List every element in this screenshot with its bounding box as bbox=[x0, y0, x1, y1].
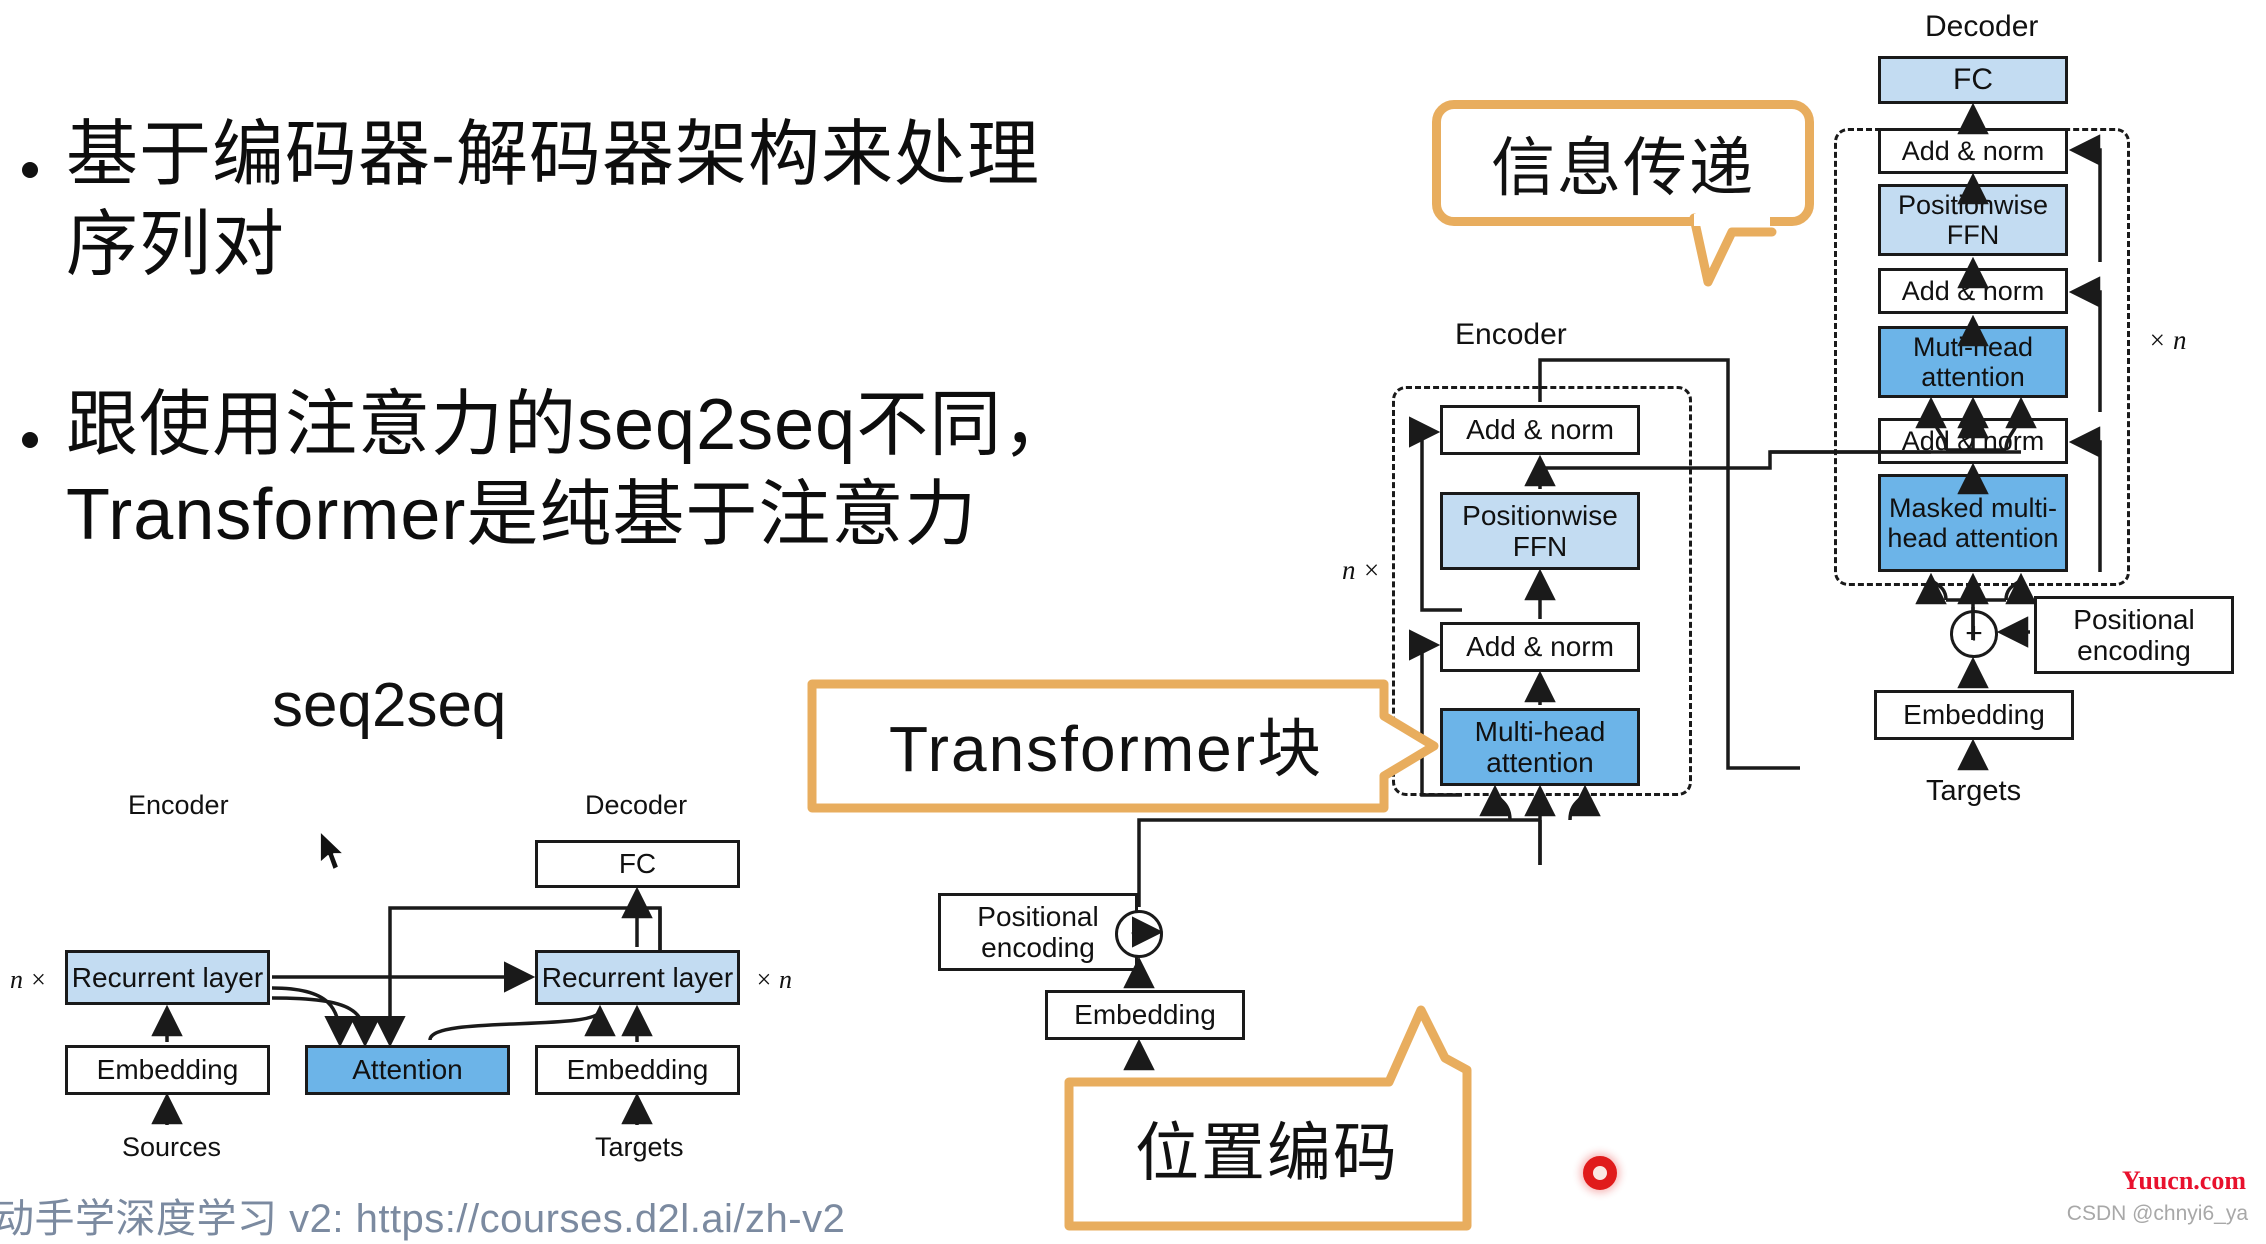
bullet-text-1: 基于编码器-解码器架构来处理 序列对 bbox=[66, 115, 1040, 285]
callout-transformer-block-text: Transformer块 bbox=[888, 713, 1324, 785]
transformer-decoder-diagram: Decoder FC × n Add & norm Positionwise F… bbox=[1540, 0, 2266, 1200]
bullet-dot-icon bbox=[22, 432, 38, 448]
click-indicator-dot bbox=[1583, 1156, 1617, 1190]
decoder-wires bbox=[1540, 102, 2102, 771]
slide-text-block: 基于编码器-解码器架构来处理 序列对 跟使用注意力的seq2seq不同， Tra… bbox=[0, 0, 1300, 700]
bullet-item-1: 基于编码器-解码器架构来处理 序列对 bbox=[22, 110, 1040, 290]
bullet-dot-icon bbox=[22, 162, 38, 178]
callout-transformer-block: Transformer块 bbox=[800, 660, 1439, 813]
callout-positional-encoding: 位置编码 bbox=[1055, 1005, 1472, 1231]
watermark-yuucn: Yuucn.com bbox=[2121, 1166, 2246, 1195]
callout-info-transfer: 信息传递 bbox=[1432, 100, 1814, 287]
callout-positional-encoding-text: 位置编码 bbox=[1135, 1117, 1399, 1189]
bullet-item-2: 跟使用注意力的seq2seq不同， Transformer是纯基于注意力 bbox=[22, 380, 1075, 560]
callout-info-transfer-text: 信息传递 bbox=[1491, 132, 1755, 204]
seq2seq-diagram: seq2seq Encoder Decoder FC Recurrent lay… bbox=[0, 640, 850, 1200]
encoder-add-circle: + bbox=[1115, 910, 1163, 958]
footer-course-url[interactable]: 动手学深度学习 v2: https://courses.d2l.ai/zh-v2 bbox=[0, 1186, 845, 1244]
mouse-cursor-icon bbox=[318, 830, 352, 881]
seq2seq-wires bbox=[151, 886, 662, 1125]
callout-info-transfer-box: 信息传递 bbox=[1432, 100, 1814, 226]
encoder-wires bbox=[1123, 358, 1800, 1071]
watermark-csdn-author: CSDN @chnyi6_ya bbox=[2066, 1202, 2248, 1225]
bullet-text-2: 跟使用注意力的seq2seq不同， Transformer是纯基于注意力 bbox=[66, 385, 1076, 555]
transformer-encoder-diagram: Encoder n × Add & norm Positionwise FFN … bbox=[938, 300, 1800, 1107]
encoder-positional-encoding: Positional encoding bbox=[938, 893, 1138, 971]
